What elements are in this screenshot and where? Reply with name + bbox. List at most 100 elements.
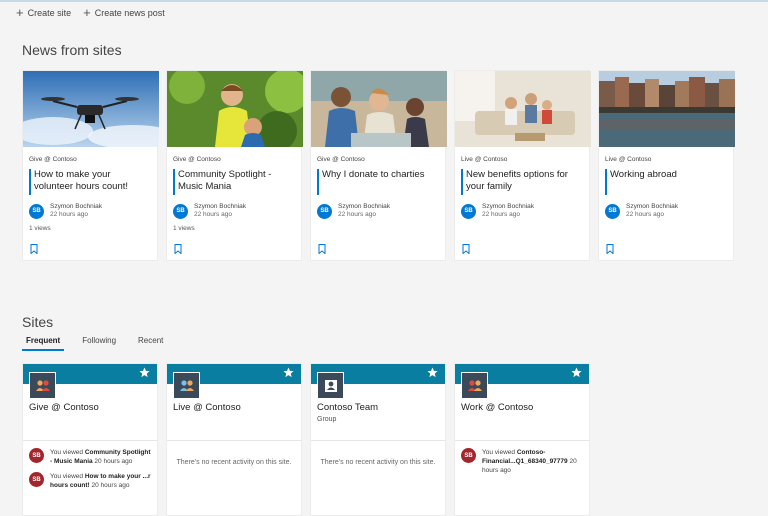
view-count: 1 views [29,225,51,232]
no-activity-message: There's no recent activity on this site. [176,459,292,466]
sites-section-title: Sites [22,314,54,330]
plus-icon: + [16,5,24,20]
site-card[interactable]: Give @ Contoso SB You viewed Community S… [22,363,158,516]
post-time: 22 hours ago [626,211,664,218]
star-icon[interactable] [571,367,582,378]
news-author: SB Szymon Bochniak 22 hours ago [605,203,727,219]
author-name: Szymon Bochniak [482,203,535,210]
site-card[interactable]: Live @ Contoso There's no recent activit… [166,363,302,516]
news-card[interactable]: Give @ Contoso Community Spotlight - Mus… [166,70,303,261]
post-time: 22 hours ago [50,211,88,218]
divider [23,440,157,441]
news-image-family [455,71,591,147]
activity-text: You viewed Contoso-Financial...Q1_68340_… [482,449,577,474]
create-site-label: Create site [27,7,72,18]
news-image-drone [23,71,159,147]
activity-text: You viewed How to make your ...r hours c… [50,473,151,489]
site-card[interactable]: Work @ Contoso SB You viewed Contoso-Fin… [454,363,590,516]
post-time: 22 hours ago [482,211,520,218]
avatar: SB [461,203,476,219]
tab-recent[interactable]: Recent [134,336,167,351]
news-headline[interactable]: New benefits options for your family [461,169,583,195]
tab-frequent[interactable]: Frequent [22,336,65,351]
site-name[interactable]: Contoso Team [317,402,378,413]
site-type: Group [317,416,337,423]
news-headline[interactable]: How to make your volunteer hours count! [29,169,151,195]
create-site-button[interactable]: + Create site [16,6,71,19]
news-card[interactable]: Live @ Contoso New benefits options for … [454,70,591,261]
site-name[interactable]: Work @ Contoso [461,402,533,413]
activity-item[interactable]: SB You viewed Contoso-Financial...Q1_683… [461,448,585,475]
avatar: SB [29,472,44,487]
activity-item[interactable]: SB You viewed How to make your ...r hour… [29,472,153,490]
no-activity-message: There's no recent activity on this site. [320,459,436,466]
news-headline[interactable]: Community Spotlight - Music Mania [173,169,295,195]
avatar: SB [461,448,476,463]
news-image-community [167,71,303,147]
people-icon [467,379,482,391]
site-activity: SB You viewed Contoso-Financial...Q1_683… [461,448,585,481]
news-list: Give @ Contoso How to make your voluntee… [22,70,742,261]
bookmark-icon[interactable] [462,244,470,254]
activity-item[interactable]: SB You viewed Community Spotlight - Musi… [29,448,153,466]
site-logo [29,372,56,399]
plus-icon: + [83,5,91,20]
avatar: SB [605,203,620,219]
divider [311,440,445,441]
author-name: Szymon Bochniak [626,203,679,210]
news-image-donate [311,71,447,147]
sites-list: Give @ Contoso SB You viewed Community S… [22,363,598,516]
view-count [317,225,439,233]
avatar: SB [173,203,188,219]
avatar: SB [317,203,332,219]
bookmark-icon[interactable] [606,244,614,254]
view-count: 1 views [173,225,195,232]
news-image-canal [599,71,735,147]
news-site-name: Give @ Contoso [173,156,221,163]
news-site-name: Live @ Contoso [461,156,508,163]
post-time: 22 hours ago [338,211,376,218]
news-headline[interactable]: Working abroad [605,169,727,195]
author-name: Szymon Bochniak [194,203,247,210]
tab-following[interactable]: Following [78,336,120,351]
team-icon [324,379,337,392]
create-news-post-button[interactable]: + Create news post [83,6,165,19]
star-icon[interactable] [427,367,438,378]
news-card[interactable]: Live @ Contoso Working abroad SB Szymon … [598,70,735,261]
people-icon [179,379,194,391]
news-card[interactable]: Give @ Contoso Why I donate to charties … [310,70,447,261]
divider [167,440,301,441]
news-section-title: News from sites [22,42,122,58]
author-name: Szymon Bochniak [338,203,391,210]
view-count [461,225,583,233]
bookmark-icon[interactable] [30,244,38,254]
bookmark-icon[interactable] [174,244,182,254]
activity-text: You viewed Community Spotlight - Music M… [50,449,151,465]
news-author: SB Szymon Bochniak 22 hours ago [317,203,439,219]
news-card[interactable]: Give @ Contoso How to make your voluntee… [22,70,159,261]
news-site-name: Live @ Contoso [605,156,652,163]
star-icon[interactable] [283,367,294,378]
sites-tabs: Frequent Following Recent [22,336,181,351]
news-author: SB Szymon Bochniak 22 hours ago [29,203,151,219]
people-icon [35,379,50,391]
site-name[interactable]: Live @ Contoso [173,402,241,413]
site-logo [173,372,200,399]
news-author: SB Szymon Bochniak 22 hours ago [173,203,295,219]
view-count [605,225,727,233]
site-card[interactable]: Contoso Team Group There's no recent act… [310,363,446,516]
divider [455,440,589,441]
author-name: Szymon Bochniak [50,203,103,210]
post-time: 22 hours ago [194,211,232,218]
site-logo [461,372,488,399]
avatar: SB [29,448,44,463]
site-name[interactable]: Give @ Contoso [29,402,99,413]
news-author: SB Szymon Bochniak 22 hours ago [461,203,583,219]
command-bar: + Create site + Create news post [0,0,768,23]
bookmark-icon[interactable] [318,244,326,254]
news-headline[interactable]: Why I donate to charties [317,169,439,195]
site-activity: SB You viewed Community Spotlight - Musi… [29,448,153,496]
avatar: SB [29,203,44,219]
star-icon[interactable] [139,367,150,378]
create-news-label: Create news post [94,7,165,18]
